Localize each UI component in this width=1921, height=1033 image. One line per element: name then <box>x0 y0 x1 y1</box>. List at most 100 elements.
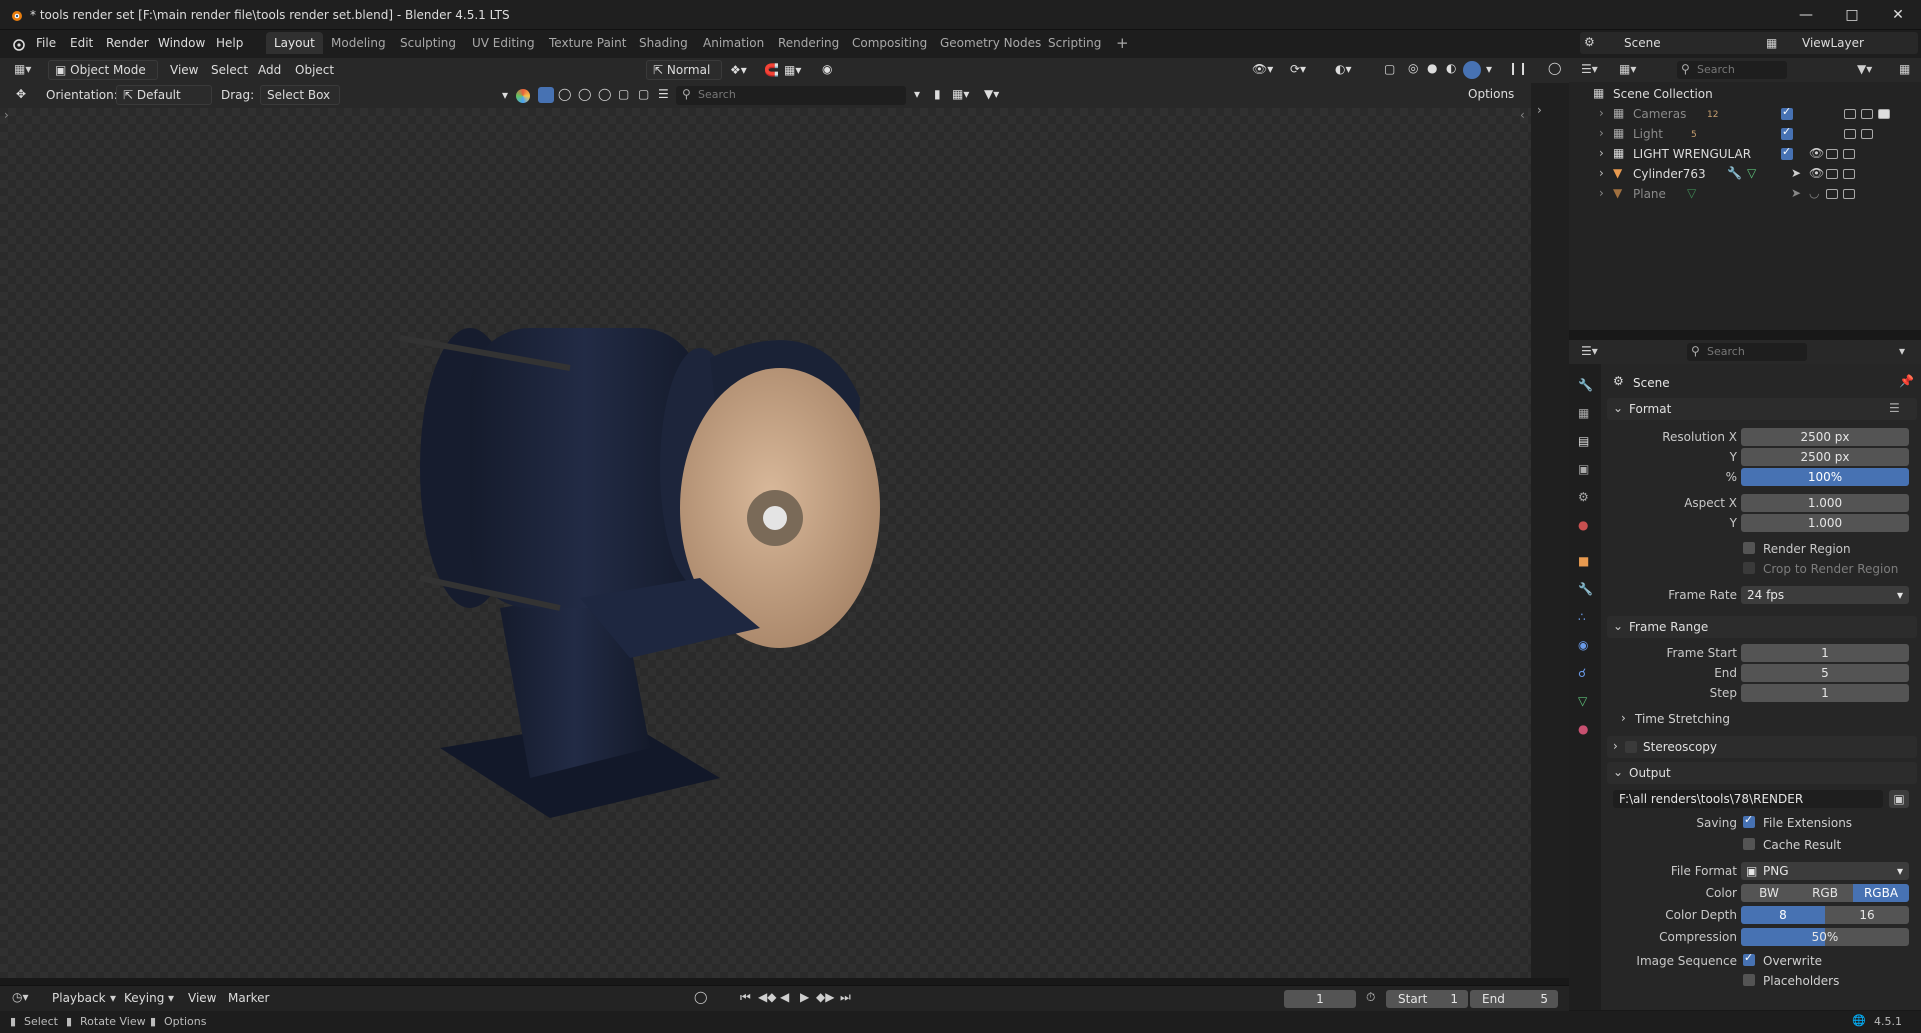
other-filter-icon[interactable]: ☰ <box>658 87 669 101</box>
transform-orientation-selector[interactable]: ⇱ Normal ▾ <box>646 60 722 95</box>
clock-icon[interactable]: ◷▾ <box>12 990 29 1004</box>
visibility-icon[interactable]: 👁▾ <box>1252 62 1273 76</box>
object-types-icon[interactable] <box>516 89 530 103</box>
proportional-edit-icon[interactable]: ◉ <box>822 62 832 76</box>
tab-sculpting[interactable]: Sculpting <box>392 32 464 54</box>
render-preview-icon[interactable]: ◯ <box>1548 61 1561 75</box>
play-reverse-icon[interactable]: ◀ <box>780 990 789 1004</box>
viewport-search-input[interactable]: ⚲ Search <box>676 86 906 105</box>
placeholders-checkbox[interactable] <box>1743 974 1755 986</box>
expand-arrow-icon[interactable]: › <box>1537 103 1542 117</box>
tab-animation[interactable]: Animation <box>695 32 772 54</box>
mesh-filter-icon[interactable]: ◯ <box>558 87 571 101</box>
eye-closed-icon[interactable]: ◡ <box>1809 186 1819 200</box>
selectable-icon[interactable]: ➤ <box>1791 166 1801 180</box>
blender-menu-icon[interactable] <box>10 36 26 52</box>
menu-select[interactable]: Select <box>211 63 248 77</box>
file-extensions-checkbox[interactable] <box>1743 813 1755 828</box>
sidebar-toggle-icon[interactable]: ‹ <box>1520 108 1525 122</box>
color-rgb-button[interactable]: RGB <box>1797 884 1853 902</box>
color-depth-16-button[interactable]: 16 <box>1825 906 1909 924</box>
scene-tab-icon[interactable]: ⚙ <box>1578 490 1589 504</box>
exclude-checkbox[interactable] <box>1781 105 1793 120</box>
bench-grinder-model[interactable] <box>380 278 1040 818</box>
tool-tab-icon[interactable]: 🔧 <box>1578 378 1593 392</box>
light-filter-icon[interactable]: ◯ <box>598 87 611 101</box>
frame-start-field[interactable]: 1 <box>1741 644 1909 662</box>
material-tab-icon[interactable]: ● <box>1578 722 1588 736</box>
compression-slider[interactable]: 50% <box>1741 928 1909 946</box>
close-icon[interactable]: ✕ <box>1875 0 1921 30</box>
play-icon[interactable]: ▶ <box>800 990 809 1004</box>
menu-playback[interactable]: Playback <box>52 991 106 1005</box>
select-mode-icon[interactable] <box>538 87 554 103</box>
gizmo-icon[interactable]: ⟳▾ <box>1290 62 1306 76</box>
viewport-toggle-icon[interactable] <box>1826 149 1838 159</box>
viewport-toggle-icon[interactable] <box>1826 189 1838 199</box>
frame-end-field[interactable]: 5 <box>1741 664 1909 682</box>
drag-dropdown[interactable]: Select Box ▾ <box>260 85 340 120</box>
menu-window[interactable]: Window <box>158 36 205 50</box>
resolution-x-field[interactable]: 2500 px <box>1741 428 1909 446</box>
collection-filter-icon[interactable]: ▾ <box>914 87 920 101</box>
jump-start-icon[interactable]: ⏮ <box>740 990 751 1005</box>
properties-editor-icon[interactable]: ☰▾ <box>1581 344 1598 358</box>
tab-shading[interactable]: Shading <box>631 32 696 54</box>
expand-arrow-icon[interactable]: › <box>1599 126 1604 140</box>
expand-arrow-icon[interactable]: › <box>1599 186 1604 200</box>
view-layer-selector[interactable]: ▦ ViewLayer <box>1762 32 1918 54</box>
outliner-editor-icon[interactable]: ☰▾ <box>1581 62 1598 76</box>
new-collection-icon[interactable]: ▦ <box>1899 62 1910 76</box>
tab-uv-editing[interactable]: UV Editing <box>464 32 543 54</box>
color-rgba-button[interactable]: RGBA <box>1853 884 1909 902</box>
properties-search-input[interactable]: ⚲ Search <box>1687 343 1807 361</box>
stopwatch-icon[interactable]: ⏱ <box>1366 990 1375 1005</box>
frame-rate-dropdown[interactable]: 24 fps ▾ <box>1741 586 1909 604</box>
bookmark-icon[interactable]: ▮ <box>934 87 941 101</box>
eye-icon[interactable]: 👁 <box>1809 146 1824 160</box>
crop-region-checkbox[interactable] <box>1743 562 1755 574</box>
render-toggle-icon[interactable] <box>1861 109 1873 119</box>
expand-arrow-icon[interactable]: › <box>1599 146 1604 160</box>
resolution-y-field[interactable]: 2500 px <box>1741 448 1909 466</box>
orientation-dropdown[interactable]: ⇱ Default <box>116 85 212 105</box>
overlay-icon[interactable]: ◐▾ <box>1335 62 1352 76</box>
toolbar-toggle-icon[interactable]: › <box>4 108 9 122</box>
record-icon[interactable]: ◯ <box>694 990 707 1004</box>
xray-icon[interactable]: ▢ <box>1384 62 1395 76</box>
aspect-x-field[interactable]: 1.000 <box>1741 494 1909 512</box>
snap-target-icon[interactable]: ▦▾ <box>784 63 801 77</box>
tab-rendering[interactable]: Rendering <box>770 32 847 54</box>
display-mode-icon[interactable]: ▦▾ <box>1619 62 1636 76</box>
sort-icon[interactable]: ▦▾ <box>952 87 969 101</box>
tab-texture-paint[interactable]: Texture Paint <box>541 32 634 54</box>
outliner-row-light[interactable]: › ▦ Light 5 <box>1569 124 1921 144</box>
viewport-toggle-icon[interactable] <box>1844 129 1856 139</box>
empty-filter-icon[interactable]: ▢ <box>638 87 649 101</box>
menu-add[interactable]: Add <box>258 63 281 77</box>
time-stretching-subpanel[interactable]: › Time Stretching <box>1621 710 1911 730</box>
object-tab-icon[interactable]: ■ <box>1578 554 1589 568</box>
render-toggle-icon[interactable] <box>1861 129 1873 139</box>
chevron-down-icon[interactable]: ▾ <box>1899 344 1905 358</box>
tab-compositing[interactable]: Compositing <box>844 32 935 54</box>
data-tab-icon[interactable]: ▽ <box>1578 694 1587 708</box>
color-bw-button[interactable]: BW <box>1741 884 1797 902</box>
stereoscopy-checkbox[interactable] <box>1625 741 1637 753</box>
constraints-tab-icon[interactable]: ☌ <box>1578 666 1586 680</box>
viewport-toggle-icon[interactable] <box>1844 109 1856 119</box>
wireframe-shading-icon[interactable]: ◎ <box>1408 61 1418 75</box>
output-panel-header[interactable]: ⌄ Output <box>1607 762 1917 784</box>
camera-filter-icon[interactable]: ▢ <box>618 87 629 101</box>
selectable-icon[interactable]: ➤ <box>1791 186 1801 200</box>
resolution-percent-slider[interactable]: 100% <box>1741 468 1909 486</box>
menu-keying[interactable]: Keying <box>124 991 164 1005</box>
outliner-search-input[interactable]: ⚲ Search <box>1677 61 1787 79</box>
color-depth-8-button[interactable]: 8 <box>1741 906 1825 924</box>
3d-viewport[interactable]: › ‹ <box>0 108 1531 978</box>
render-tab-icon[interactable]: ▦ <box>1578 406 1589 420</box>
stereoscopy-panel-header[interactable]: › Stereoscopy <box>1607 736 1917 758</box>
modifier-tab-icon[interactable]: 🔧 <box>1578 582 1593 596</box>
solid-shading-icon[interactable]: ● <box>1427 61 1437 75</box>
tab-scripting[interactable]: Scripting <box>1040 32 1109 54</box>
